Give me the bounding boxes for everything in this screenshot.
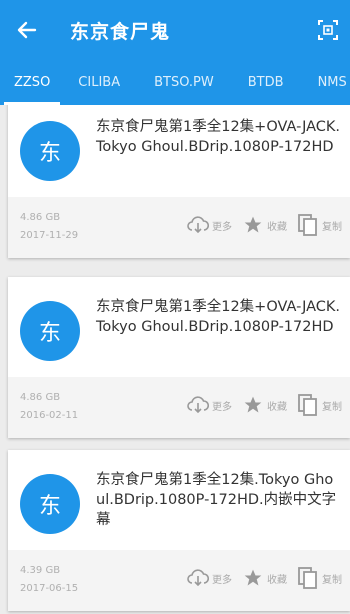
favorite-button[interactable]: 收藏	[242, 568, 287, 588]
tab-zzso[interactable]: ZZSO	[0, 60, 64, 105]
result-title: 东京食尸鬼第1季全12集+OVA-JACK.Tokyo Ghoul.BDrip.…	[96, 119, 341, 155]
more-label: 更多	[212, 574, 232, 586]
result-list: 东 东京食尸鬼第1季全12集+OVA-JACK.Tokyo Ghoul.BDri…	[0, 105, 350, 614]
copy-label: 复制	[322, 574, 342, 586]
file-size: 4.86 GB	[20, 212, 61, 223]
copy-button[interactable]: 复制	[297, 566, 342, 590]
star-icon	[244, 569, 262, 586]
favorite-button[interactable]: 收藏	[242, 395, 287, 415]
result-title: 东京食尸鬼第1季全12集.Tokyo Ghoul.BDrip.1080P-172…	[96, 472, 337, 528]
copy-icon	[298, 567, 317, 589]
cloud-download-icon	[187, 396, 209, 414]
more-button[interactable]: 更多	[187, 396, 232, 414]
qr-scan-icon	[318, 20, 338, 40]
favorite-label: 收藏	[267, 574, 287, 586]
qr-scan-button[interactable]	[316, 18, 340, 42]
result-title: 东京食尸鬼第1季全12集+OVA-JACK.Tokyo Ghoul.BDrip.…	[96, 299, 341, 335]
avatar: 东	[20, 474, 80, 534]
more-label: 更多	[212, 221, 232, 233]
favorite-label: 收藏	[267, 221, 287, 233]
tab-nms[interactable]: NMS	[296, 60, 350, 105]
favorite-button[interactable]: 收藏	[242, 215, 287, 235]
page-title: 东京食尸鬼	[70, 20, 171, 43]
file-date: 2017-11-29	[20, 230, 79, 241]
source-tabs: ZZSO CILIBA BTSO.PW BTDB NMS	[0, 60, 350, 105]
file-date: 2017-06-15	[20, 583, 79, 594]
tab-btdb[interactable]: BTDB	[226, 60, 296, 105]
more-button[interactable]: 更多	[187, 569, 232, 587]
back-button[interactable]	[0, 0, 54, 60]
copy-label: 复制	[322, 401, 342, 413]
arrow-left-icon	[17, 21, 37, 39]
result-card[interactable]: 东 东京食尸鬼第1季全12集+OVA-JACK.Tokyo Ghoul.BDri…	[8, 105, 350, 258]
file-size: 4.39 GB	[20, 565, 61, 576]
star-icon	[244, 396, 262, 413]
star-icon	[244, 216, 262, 233]
file-date: 2016-02-11	[20, 410, 79, 421]
more-label: 更多	[212, 401, 232, 413]
result-card[interactable]: 东 东京食尸鬼第1季全12集.Tokyo Ghoul.BDrip.1080P-1…	[8, 450, 350, 611]
copy-button[interactable]: 复制	[297, 393, 342, 417]
more-button[interactable]: 更多	[187, 216, 232, 234]
copy-label: 复制	[322, 221, 342, 233]
favorite-label: 收藏	[267, 401, 287, 413]
copy-icon	[298, 394, 317, 416]
copy-icon	[298, 214, 317, 236]
cloud-download-icon	[187, 569, 209, 587]
result-card[interactable]: 东 东京食尸鬼第1季全12集+OVA-JACK.Tokyo Ghoul.BDri…	[8, 277, 350, 438]
tab-ciliba[interactable]: CILIBA	[64, 60, 132, 105]
tab-btso[interactable]: BTSO.PW	[132, 60, 226, 105]
copy-button[interactable]: 复制	[297, 213, 342, 237]
app-bar: 东京食尸鬼 ZZSO CILIBA BTSO.PW BTDB NMS	[0, 0, 350, 105]
toolbar: 东京食尸鬼	[0, 0, 350, 60]
cloud-download-icon	[187, 216, 209, 234]
avatar: 东	[20, 301, 80, 361]
avatar: 东	[20, 121, 80, 181]
file-size: 4.86 GB	[20, 392, 61, 403]
